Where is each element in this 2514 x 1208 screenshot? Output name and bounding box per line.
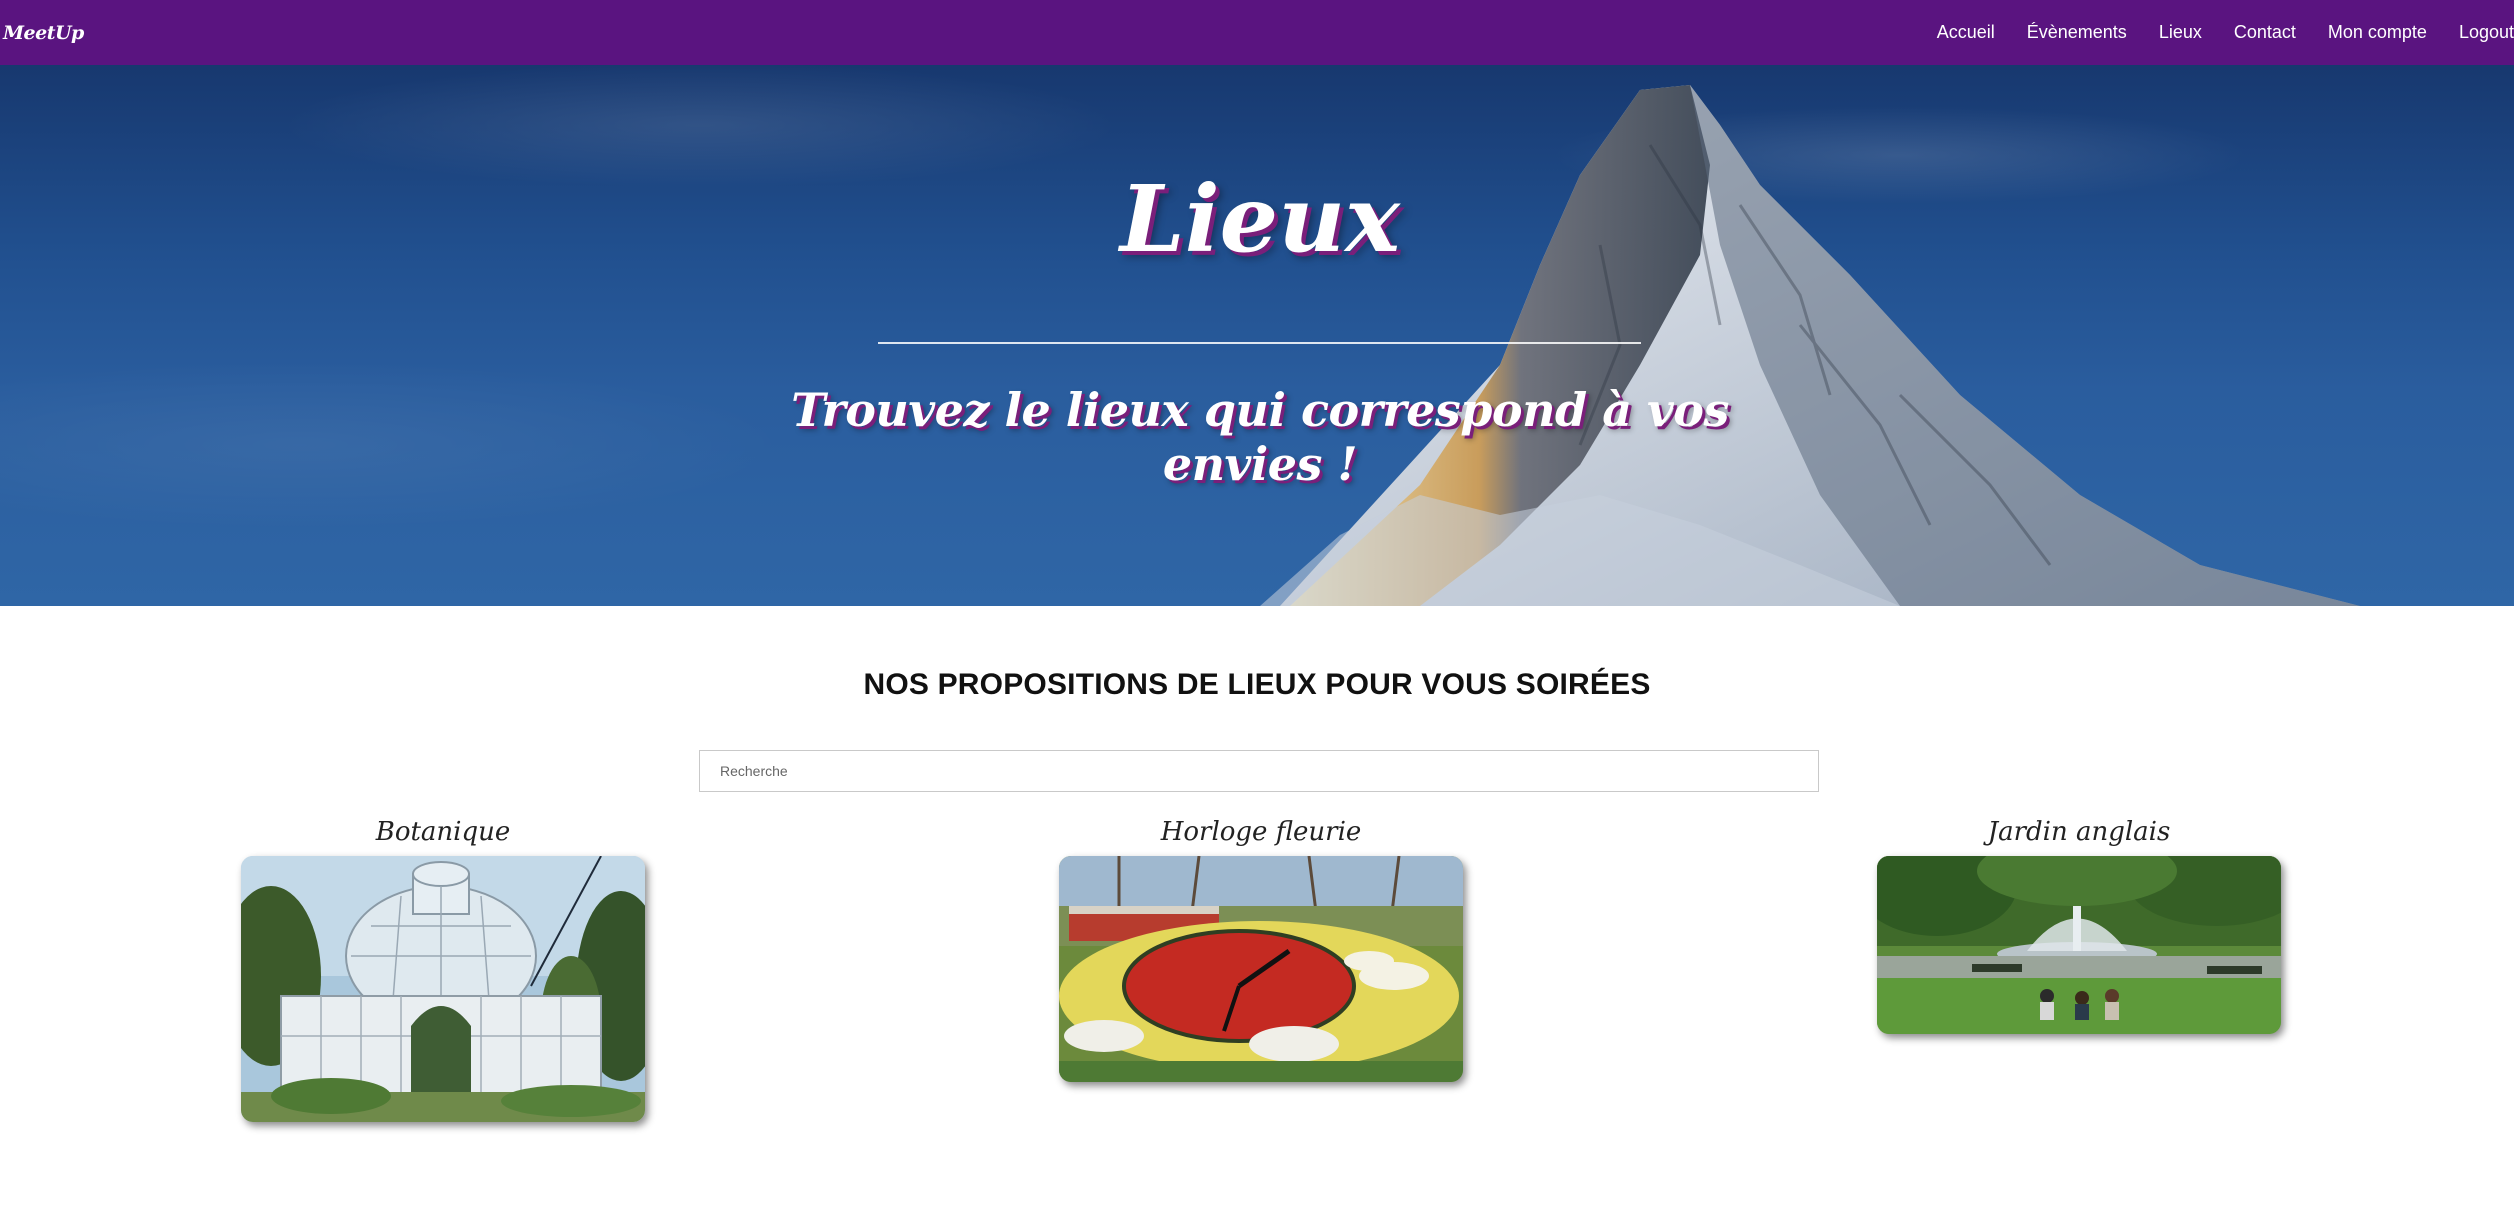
place-card-title[interactable]: Horloge fleurie bbox=[1059, 812, 1463, 852]
search-input[interactable] bbox=[699, 750, 1819, 792]
nav-link-logout[interactable]: Logout bbox=[2459, 22, 2514, 43]
mountain-image bbox=[1260, 85, 2360, 606]
nav-link-contact[interactable]: Contact bbox=[2234, 22, 2296, 43]
hero-divider bbox=[878, 342, 1641, 344]
nav-link-lieux[interactable]: Lieux bbox=[2159, 22, 2202, 43]
nav-links: Accueil Évènements Lieux Contact Mon com… bbox=[1905, 0, 2514, 65]
nav-link-mon-compte[interactable]: Mon compte bbox=[2328, 22, 2427, 43]
hero-title: Lieux bbox=[1120, 165, 1400, 273]
brand-logo[interactable]: MeetUp bbox=[0, 22, 84, 44]
nav-link-accueil[interactable]: Accueil bbox=[1937, 22, 1995, 43]
top-navbar: MeetUp Accueil Évènements Lieux Contact … bbox=[0, 0, 2514, 65]
flower-clock-image[interactable] bbox=[1059, 856, 1463, 1082]
greenhouse-image[interactable] bbox=[241, 856, 645, 1122]
nav-link-evenements[interactable]: Évènements bbox=[2027, 22, 2127, 43]
place-card-title[interactable]: Botanique bbox=[241, 812, 645, 852]
fountain-park-image[interactable] bbox=[1877, 856, 2281, 1034]
section-title: NOS PROPOSITIONS DE LIEUX POUR VOUS SOIR… bbox=[863, 668, 1651, 701]
hero-banner: Lieux Trouvez le lieux qui correspond à … bbox=[0, 65, 2514, 606]
place-card-horloge-fleurie[interactable]: Horloge fleurie bbox=[1059, 812, 1463, 1082]
hero-subtitle: Trouvez le lieux qui correspond à vos en… bbox=[791, 383, 1729, 491]
place-card-title[interactable]: Jardin anglais bbox=[1877, 812, 2281, 852]
place-card-botanique[interactable]: Botanique bbox=[241, 812, 645, 1122]
place-card-jardin-anglais[interactable]: Jardin anglais bbox=[1877, 812, 2281, 1034]
